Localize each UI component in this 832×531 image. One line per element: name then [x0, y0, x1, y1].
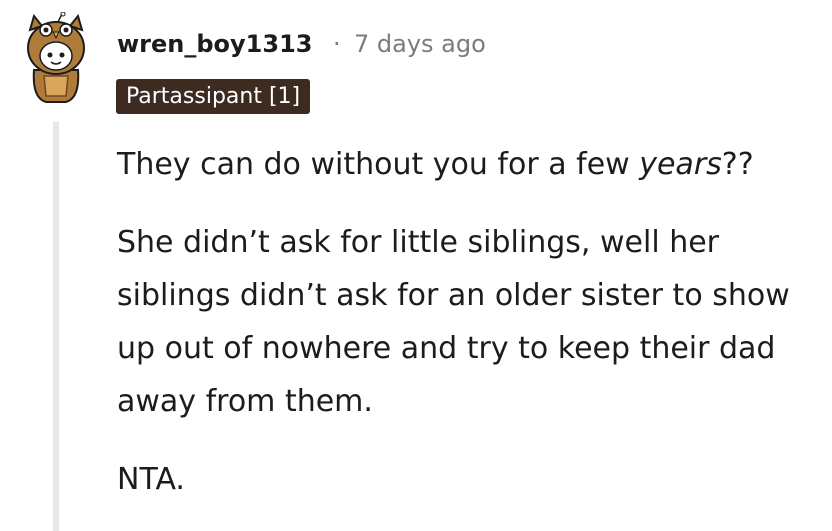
paragraph-text: ??: [721, 147, 754, 182]
comment-paragraph: NTA.: [117, 462, 185, 497]
paragraph-text: They can do without you for a few: [117, 147, 640, 182]
comment-timestamp[interactable]: 7 days ago: [354, 26, 486, 62]
emphasis-text: years: [639, 147, 722, 182]
comment-body: They can do without you for a few years?…: [117, 138, 817, 531]
meta-separator: ·: [333, 30, 341, 58]
user-flair: Partassipant [1]: [116, 79, 311, 114]
user-avatar[interactable]: [16, 11, 96, 104]
thread-collapse-line[interactable]: [53, 122, 59, 531]
comment-author[interactable]: wren_boy1313: [117, 26, 312, 62]
comment-paragraph: She didn’t ask for little siblings, well…: [117, 225, 790, 419]
owl-snoo-avatar-icon: [27, 11, 85, 103]
comment-paragraph: They can do without you for a few years?…: [117, 138, 817, 191]
